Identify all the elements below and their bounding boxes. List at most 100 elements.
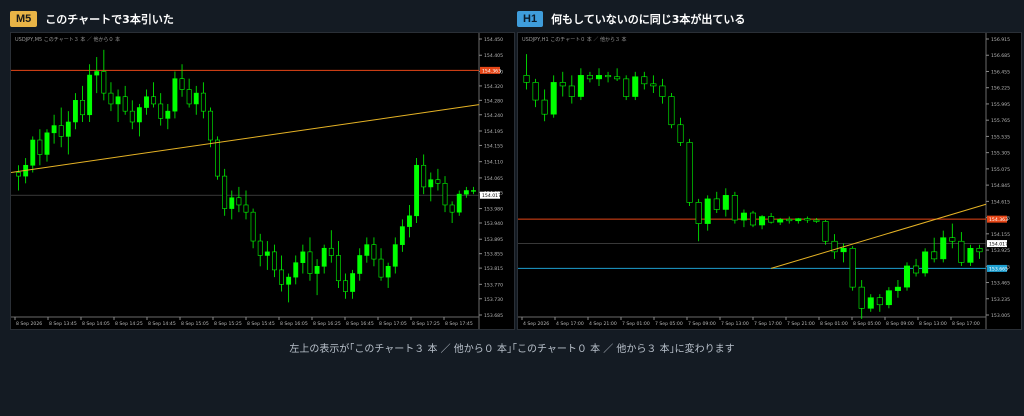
- candle-body: [722, 195, 729, 210]
- candle-body: [777, 219, 784, 223]
- price-tick-label: 155.535: [991, 134, 1010, 140]
- price-tick-label: 154.155: [484, 143, 503, 149]
- candle-body: [442, 183, 448, 206]
- candle-body: [903, 265, 911, 288]
- current-price-label: 154.017: [482, 193, 501, 199]
- candle-body: [72, 100, 78, 123]
- price-tick-label: 155.305: [991, 151, 1010, 157]
- panel-title: 何もしていないのに同じ3本が出ている: [551, 13, 746, 26]
- price-tick-label: 153.465: [991, 281, 1010, 287]
- time-tick-label: 7 Sep 17:00: [754, 321, 782, 327]
- time-tick-label: 4 Sep 21:00: [589, 321, 617, 327]
- candle-body: [704, 198, 711, 224]
- candle-body: [385, 265, 391, 278]
- candle-body: [65, 121, 71, 137]
- candle-body: [94, 71, 100, 76]
- timeframe-badge-h1: H1: [517, 11, 544, 27]
- candle-body: [586, 75, 593, 80]
- panel-title: このチャートで3本引いた: [45, 13, 174, 26]
- time-tick-label: 8 Sep 17:45: [445, 321, 473, 327]
- price-tick-label: 153.815: [484, 266, 503, 272]
- time-tick-label: 8 Sep 15:25: [214, 321, 242, 327]
- candle-body: [885, 290, 892, 306]
- caption: 左上の表示が｢このチャート３ 本 ／ 他から０ 本｣｢このチャート０ 本 ／ 他…: [289, 344, 735, 355]
- candle-body: [813, 219, 820, 222]
- candle-body: [37, 139, 43, 155]
- time-tick-label: 7 Sep 21:00: [787, 321, 815, 327]
- price-tick-label: 154.450: [484, 37, 503, 43]
- trendline[interactable]: [770, 203, 987, 269]
- candle-body: [686, 142, 693, 203]
- candle-body: [378, 258, 384, 278]
- candle-body: [768, 216, 775, 223]
- price-tick-label: 154.615: [991, 199, 1010, 205]
- candle-body: [215, 139, 221, 177]
- candle-body: [435, 179, 441, 184]
- candle-body: [136, 107, 142, 123]
- candle-body: [786, 219, 793, 222]
- candle-body: [456, 193, 462, 213]
- time-tick-label: 8 Sep 14:05: [82, 321, 110, 327]
- candle-body: [300, 251, 306, 263]
- price-chart: 156.915 156.685 156.455 156.225 155.995 155.7…: [518, 33, 1010, 329]
- time-tick-label: 8 Sep 14:45: [148, 321, 176, 327]
- time-tick-label: 8 Sep 16:45: [346, 321, 374, 327]
- candle-body: [804, 218, 811, 221]
- time-tick-label: 8 Sep 01:00: [820, 321, 848, 327]
- price-tick-label: 153.895: [484, 237, 503, 243]
- candle-body: [623, 78, 630, 97]
- level-price-label: 154.363: [989, 217, 1008, 223]
- candle-body: [867, 297, 874, 309]
- candle-body: [614, 76, 621, 80]
- candle-body: [550, 82, 557, 115]
- level-price-label: 153.665: [989, 266, 1008, 272]
- candle-body: [731, 195, 738, 221]
- m5-chart-window[interactable]: 154.450154.405154.360154.320154.280154.2…: [10, 32, 515, 330]
- candle-body: [307, 251, 313, 274]
- candle-body: [257, 240, 263, 256]
- candle-body: [392, 244, 398, 267]
- candle-body: [449, 204, 455, 213]
- price-tick-label: 154.240: [484, 113, 503, 119]
- candle-body: [151, 96, 157, 105]
- candle-body: [314, 265, 320, 274]
- candle-body: [158, 103, 164, 119]
- time-tick-label: 7 Sep 05:00: [655, 321, 683, 327]
- price-tick-label: 154.280: [484, 98, 503, 104]
- candle-body: [967, 247, 974, 263]
- candle-body: [568, 85, 575, 97]
- candle-body: [894, 286, 901, 291]
- time-tick-label: 8 Sep 17:00: [952, 321, 980, 327]
- price-tick-label: 153.855: [484, 252, 503, 258]
- price-tick-label: 155.075: [991, 167, 1010, 173]
- candle-body: [414, 164, 420, 217]
- candle-body: [523, 75, 530, 83]
- candle-body: [650, 83, 657, 87]
- candle-body: [321, 247, 327, 267]
- candle-body: [364, 244, 370, 256]
- candle-body: [229, 197, 235, 209]
- candle-body: [51, 125, 57, 134]
- candle-body: [931, 251, 938, 260]
- candle-body: [668, 96, 675, 126]
- candle-body: [559, 82, 566, 87]
- candle-body: [532, 82, 539, 101]
- price-tick-label: 153.980: [484, 207, 503, 213]
- candle-body: [357, 255, 363, 274]
- h1-chart-window[interactable]: 156.915 156.685 156.455 156.225 155.995 155.7…: [517, 32, 1022, 330]
- candle-body: [286, 276, 292, 285]
- candle-body: [595, 75, 603, 80]
- time-tick-label: 8 Sep 09:00: [886, 321, 914, 327]
- candle-body: [471, 190, 476, 192]
- price-tick-label: 154.110: [484, 160, 503, 166]
- time-tick-label: 8 Sep 2026: [16, 321, 42, 327]
- candle-body: [371, 244, 377, 260]
- candle-body: [122, 96, 128, 112]
- candle-body: [335, 255, 341, 282]
- time-tick-label: 8 Sep 15:45: [247, 321, 275, 327]
- candle-body: [399, 226, 405, 245]
- candle-body: [949, 237, 956, 242]
- time-tick-label: 8 Sep 05:00: [853, 321, 881, 327]
- candle-body: [200, 92, 206, 112]
- candle-body: [759, 216, 766, 226]
